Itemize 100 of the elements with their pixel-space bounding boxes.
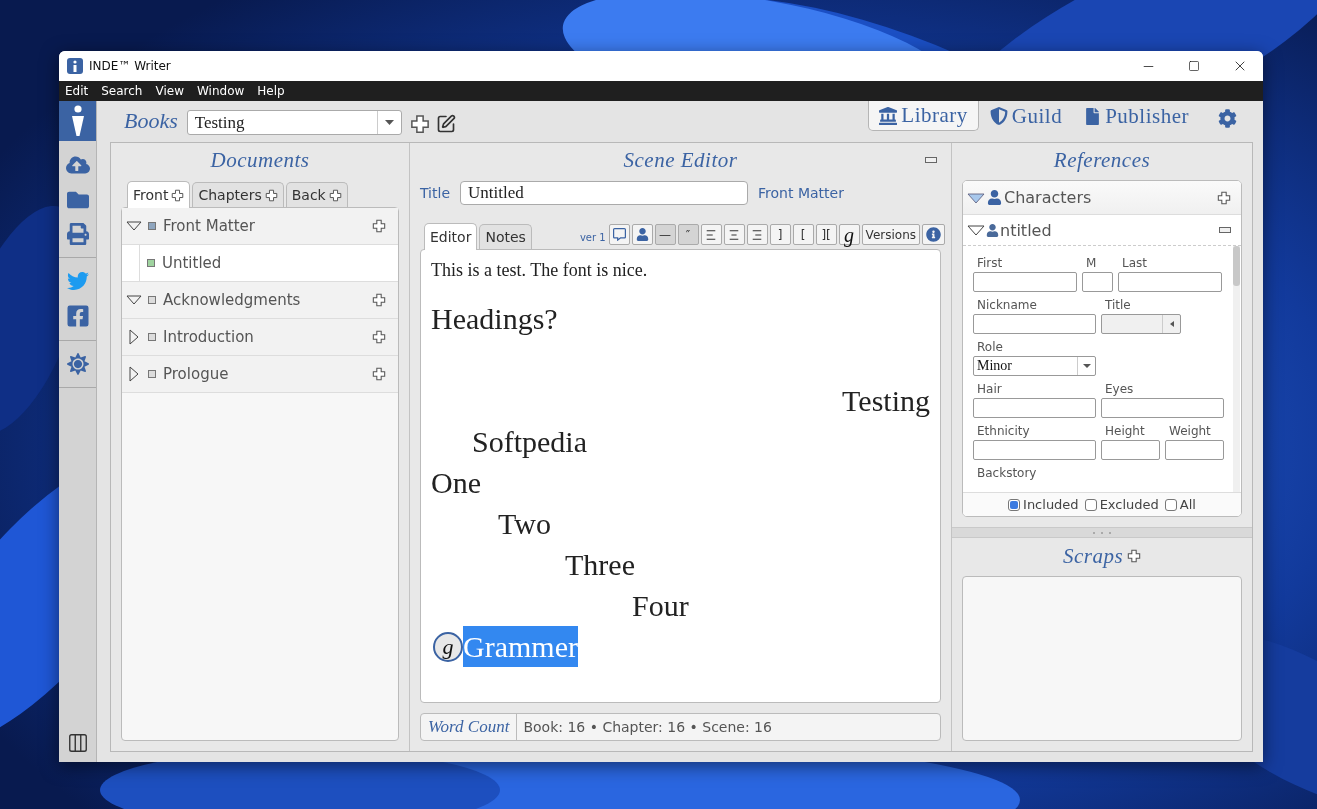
role-dropdown[interactable]: Minor: [973, 356, 1096, 376]
heading-text: Softpedia: [471, 424, 588, 460]
panel-title: Documents: [210, 147, 310, 173]
tree-item[interactable]: Introduction: [122, 319, 398, 356]
field-label: Height: [1104, 424, 1146, 440]
add-icon[interactable]: [264, 188, 278, 202]
input-field[interactable]: [1101, 398, 1224, 418]
tab[interactable]: Chapters: [192, 182, 284, 207]
align-button[interactable]: [723, 224, 745, 245]
input-field[interactable]: [1082, 272, 1113, 292]
add-icon[interactable]: [372, 330, 386, 344]
person-icon: [635, 228, 649, 241]
checkbox[interactable]: [1084, 498, 1097, 511]
add-icon[interactable]: [1217, 190, 1231, 205]
input-field[interactable]: [973, 314, 1096, 334]
comment-icon: [612, 228, 626, 241]
format-button[interactable]: —: [654, 224, 676, 245]
add-icon[interactable]: [328, 188, 342, 202]
checkbox[interactable]: [1008, 498, 1021, 511]
tab[interactable]: Editor: [424, 223, 478, 250]
tree-item[interactable]: Untitled: [122, 245, 398, 282]
format-button[interactable]: ″: [677, 224, 699, 245]
align-button[interactable]: [746, 224, 768, 245]
facebook-icon[interactable]: [65, 304, 90, 328]
add-icon[interactable]: [372, 367, 386, 381]
input-field[interactable]: [973, 440, 1096, 460]
menu-item[interactable]: Search: [101, 84, 143, 98]
grammar-badge[interactable]: g: [433, 631, 463, 662]
grammar-button[interactable]: g: [838, 224, 860, 245]
info-button[interactable]: [922, 224, 945, 245]
folder-icon[interactable]: [66, 189, 89, 211]
field-label: Hair: [976, 382, 1003, 398]
columns-icon[interactable]: [66, 732, 89, 754]
collapse-icon[interactable]: [1219, 227, 1231, 233]
splitter-handle[interactable]: [952, 527, 1252, 538]
caret-icon: [1082, 364, 1091, 368]
add-icon[interactable]: [372, 293, 386, 307]
scrollbar[interactable]: [1233, 246, 1240, 492]
text-editor[interactable]: This is a test. The font is nice. Headings? Testing Softpedia One Two Three Four g Grammer: [420, 249, 941, 703]
expanded-triangle-icon[interactable]: [967, 191, 985, 204]
input-field[interactable]: [1101, 440, 1160, 460]
tree-item[interactable]: Front Matter: [122, 208, 398, 245]
field-label: Backstory: [976, 466, 1037, 482]
align-icon: [705, 228, 718, 241]
book-dropdown[interactable]: Testing: [186, 110, 402, 135]
filter-checkbox[interactable]: Excluded: [1084, 497, 1159, 512]
panel-title: Scene Editor: [623, 147, 738, 173]
checkbox[interactable]: [1164, 498, 1177, 511]
menu-item[interactable]: Window: [196, 84, 245, 98]
character-button[interactable]: [631, 224, 653, 245]
format-button[interactable]: Versions: [861, 224, 920, 245]
heading-text: Testing: [841, 383, 930, 419]
settings-icon[interactable]: [1218, 109, 1237, 128]
logo-button[interactable]: [59, 101, 96, 141]
filter-checkbox[interactable]: Included: [1008, 497, 1079, 512]
add-icon[interactable]: [372, 219, 386, 233]
spinner-field[interactable]: [1101, 314, 1181, 334]
tab[interactable]: Notes: [479, 224, 532, 249]
tab[interactable]: Front: [127, 181, 191, 208]
comment-button[interactable]: [608, 224, 630, 245]
arrow-icon: [1169, 321, 1174, 327]
sun-icon[interactable]: [66, 353, 89, 375]
word-count-label: Word Count: [421, 714, 518, 740]
add-icon[interactable]: [1127, 549, 1142, 563]
collapse-icon[interactable]: [925, 157, 937, 163]
input-field[interactable]: [1165, 440, 1224, 460]
heading-text: Headings?: [431, 301, 559, 337]
document-icon: [1084, 107, 1102, 125]
tab[interactable]: Back: [285, 182, 348, 207]
field-label: Role: [976, 340, 1004, 356]
logo-icon: [70, 105, 85, 137]
add-icon[interactable]: [409, 114, 430, 134]
input-field[interactable]: [1118, 272, 1222, 292]
format-button[interactable]: ]: [769, 224, 791, 245]
nav-tab[interactable]: Guild: [978, 101, 1074, 131]
menu-item[interactable]: Edit: [65, 84, 89, 98]
heading-text: One: [431, 465, 482, 501]
field-label: Eyes: [1104, 382, 1135, 398]
nav-tab[interactable]: Publisher: [1073, 101, 1200, 131]
printer-icon[interactable]: [66, 223, 89, 245]
add-icon[interactable]: [171, 188, 185, 202]
character-name: ntitled: [1000, 220, 1053, 240]
format-button[interactable]: [: [792, 224, 814, 245]
title-field[interactable]: Untitled: [460, 181, 748, 205]
input-field[interactable]: [973, 272, 1077, 292]
input-field[interactable]: [973, 398, 1096, 418]
expanded-triangle-icon[interactable]: [967, 224, 985, 236]
books-label: Books: [124, 108, 178, 134]
menu-item[interactable]: View: [155, 84, 184, 98]
menu-item[interactable]: Help: [257, 84, 285, 98]
nav-tab[interactable]: Library: [868, 101, 979, 131]
tree-item[interactable]: Prologue: [122, 356, 398, 393]
align-button[interactable]: [700, 224, 722, 245]
app-icon: [67, 58, 83, 74]
version-label: ver 1: [579, 232, 606, 243]
edit-icon[interactable]: [435, 114, 456, 134]
format-button[interactable]: ][: [815, 224, 837, 245]
paragraph-text: This is a test. The font is nice.: [431, 259, 649, 282]
filter-checkbox[interactable]: All: [1164, 497, 1196, 512]
tree-item[interactable]: Acknowledgments: [122, 282, 398, 319]
